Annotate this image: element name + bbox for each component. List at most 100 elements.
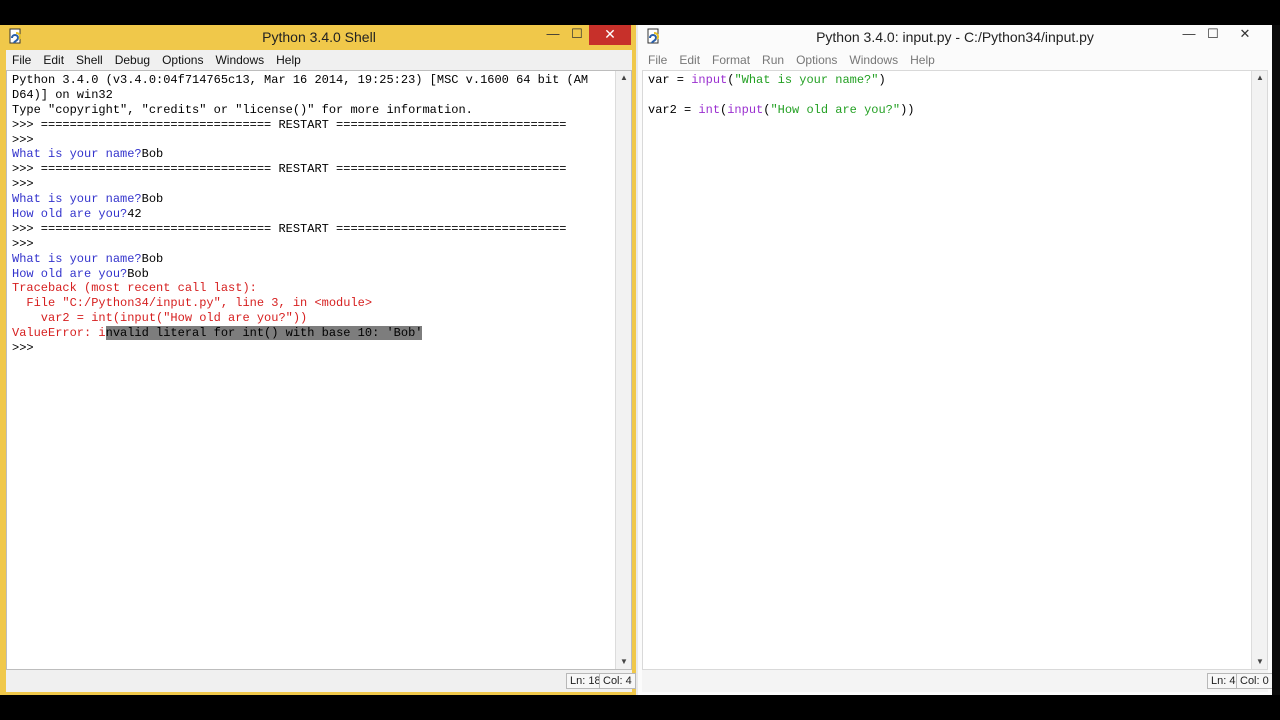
editor-menubar: File Edit Format Run Options Windows Help xyxy=(642,50,1268,70)
menu-item-windows[interactable]: Windows xyxy=(843,53,904,67)
menu-item-file[interactable]: File xyxy=(6,53,37,67)
maximize-button[interactable]: ☐ xyxy=(1200,25,1226,45)
code-segment: ValueError: i xyxy=(12,326,106,341)
code-segment: Traceback (most recent call last): xyxy=(12,281,257,296)
maximize-button[interactable]: ☐ xyxy=(564,25,590,45)
code-segment: )) xyxy=(900,102,915,117)
code-segment: What is your name? xyxy=(12,251,142,266)
code-line: Python 3.4.0 (v3.4.0:04f714765c13, Mar 1… xyxy=(12,73,588,88)
code-line: How old are you?42 xyxy=(12,207,588,222)
code-line: What is your name?Bob xyxy=(12,252,588,267)
code-segment: File "C:/Python34/input.py", line 3, in … xyxy=(12,296,373,311)
column-status: Col: 4 xyxy=(599,673,636,689)
code-segment: ) xyxy=(878,73,886,87)
shell-vertical-scrollbar[interactable]: ▲ ▼ xyxy=(615,71,631,669)
code-segment: >>> xyxy=(12,177,34,192)
code-segment: var = xyxy=(648,73,692,87)
code-line: >>> ================================ RES… xyxy=(12,222,588,237)
screen-top-bar xyxy=(0,0,1280,25)
code-segment: >>> ================================ RES… xyxy=(12,221,567,236)
shell-window: Python 3.4.0 Shell — ☐ ✕ File Edit Shell De… xyxy=(0,25,638,695)
code-segment: >>> ================================ RES… xyxy=(12,162,567,177)
code-line: ValueError: invalid literal for int() wi… xyxy=(12,326,588,341)
code-line: var = input("What is your name?") xyxy=(648,73,914,88)
scroll-up-icon[interactable]: ▲ xyxy=(619,73,629,83)
code-segment: "What is your name?" xyxy=(734,73,879,87)
code-line: What is your name?Bob xyxy=(12,147,588,162)
shell-output-area[interactable]: Python 3.4.0 (v3.4.0:04f714765c13, Mar 1… xyxy=(6,70,632,670)
code-line: var2 = int(input("How old are you?")) xyxy=(648,103,914,118)
code-line: Traceback (most recent call last): xyxy=(12,281,588,296)
menu-item-shell[interactable]: Shell xyxy=(70,53,109,67)
code-segment: >>> xyxy=(12,341,34,356)
code-segment: "How old are you?" xyxy=(770,102,901,117)
shell-menubar: File Edit Shell Debug Options Windows Help xyxy=(6,50,632,70)
menu-item-help[interactable]: Help xyxy=(270,53,307,67)
editor-statusbar: Ln: 4 Col: 0 xyxy=(642,670,1273,692)
shell-statusbar: Ln: 18 Col: 4 xyxy=(6,670,636,692)
code-line: How old are you?Bob xyxy=(12,267,588,282)
code-segment: How old are you? xyxy=(12,266,128,281)
editor-text-area[interactable]: var = input("What is your name?") var2 = … xyxy=(642,70,1268,670)
code-line: >>> ================================ RES… xyxy=(12,162,588,177)
code-segment: >>> xyxy=(12,236,34,251)
code-segment: 42 xyxy=(127,207,142,222)
code-segment: >>> xyxy=(12,132,34,147)
code-line: >>> ================================ RES… xyxy=(12,118,588,133)
code-segment: >>> ================================ RES… xyxy=(12,117,567,132)
code-line: >>> xyxy=(12,237,588,252)
menu-item-options[interactable]: Options xyxy=(790,53,843,67)
code-line: D64)] on win32 xyxy=(12,88,588,103)
column-status: Col: 0 xyxy=(1236,673,1273,689)
scroll-down-icon[interactable]: ▼ xyxy=(619,657,629,667)
menu-item-windows[interactable]: Windows xyxy=(209,53,270,67)
code-segment: D64)] on win32 xyxy=(12,87,113,102)
code-line: >>> xyxy=(12,341,588,356)
shell-titlebar[interactable]: Python 3.4.0 Shell — ☐ ✕ xyxy=(0,25,638,49)
code-segment: int xyxy=(698,102,721,117)
screen-right-edge xyxy=(1272,25,1280,695)
code-segment: var2 = xyxy=(648,102,699,117)
scroll-up-icon[interactable]: ▲ xyxy=(1255,73,1265,83)
close-button[interactable]: ✕ xyxy=(1230,25,1260,45)
code-segment: Bob xyxy=(141,192,164,207)
code-segment: input xyxy=(691,73,728,87)
menu-item-help[interactable]: Help xyxy=(904,53,941,67)
menu-item-debug[interactable]: Debug xyxy=(109,53,156,67)
code-segment: Bob xyxy=(141,147,164,162)
code-line: Type "copyright", "credits" or "license(… xyxy=(12,103,588,118)
editor-text[interactable]: var = input("What is your name?") var2 = … xyxy=(648,73,914,118)
code-segment: Python 3.4.0 (v3.4.0:04f714765c13, Mar 1… xyxy=(12,73,589,87)
close-button[interactable]: ✕ xyxy=(589,25,631,45)
menu-item-edit[interactable]: Edit xyxy=(673,53,706,67)
code-segment: Bob xyxy=(141,251,164,266)
code-line: var2 = int(input("How old are you?")) xyxy=(12,311,588,326)
editor-window: Python 3.4.0: input.py - C:/Python34/inp… xyxy=(638,25,1273,695)
editor-vertical-scrollbar[interactable]: ▲ ▼ xyxy=(1251,71,1267,669)
code-segment: Bob xyxy=(127,266,149,281)
code-line: >>> xyxy=(12,177,588,192)
code-segment: How old are you? xyxy=(12,207,128,222)
editor-titlebar[interactable]: Python 3.4.0: input.py - C:/Python34/inp… xyxy=(638,25,1272,49)
menu-item-file[interactable]: File xyxy=(642,53,673,67)
screen-bottom-bar xyxy=(0,695,1280,720)
menu-item-run[interactable]: Run xyxy=(756,53,790,67)
code-segment: input xyxy=(727,102,764,117)
line-number-status: Ln: 4 xyxy=(1207,673,1240,689)
code-line: >>> xyxy=(12,133,588,148)
menu-item-edit[interactable]: Edit xyxy=(37,53,70,67)
code-line: File "C:/Python34/input.py", line 3, in … xyxy=(12,296,588,311)
code-segment: What is your name? xyxy=(12,192,142,207)
scroll-down-icon[interactable]: ▼ xyxy=(1255,657,1265,667)
selected-text: nvalid literal for int() with base 10: '… xyxy=(105,326,423,341)
shell-text[interactable]: Python 3.4.0 (v3.4.0:04f714765c13, Mar 1… xyxy=(12,73,588,356)
code-segment: var2 = int(input("How old are you?")) xyxy=(12,311,308,326)
minimize-button[interactable]: — xyxy=(1176,25,1202,45)
code-line: What is your name?Bob xyxy=(12,192,588,207)
code-segment: Type "copyright", "credits" or "license(… xyxy=(12,102,473,117)
minimize-button[interactable]: — xyxy=(540,25,566,45)
menu-item-format[interactable]: Format xyxy=(706,53,756,67)
code-segment: What is your name? xyxy=(12,147,142,162)
menu-item-options[interactable]: Options xyxy=(156,53,209,67)
